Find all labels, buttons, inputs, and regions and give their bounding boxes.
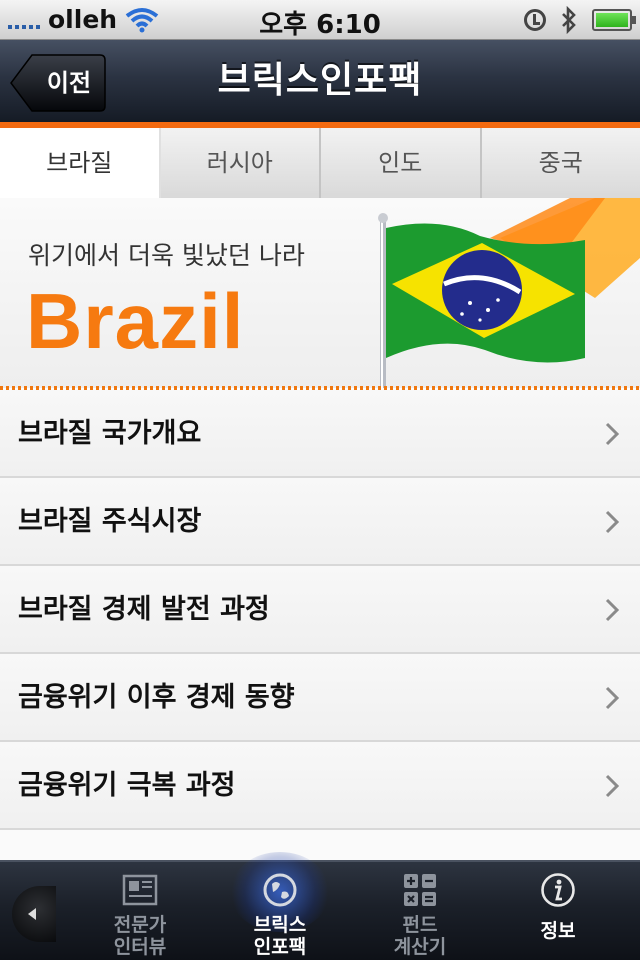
list-item-crisis-recovery[interactable]: 금융위기 극복 과정 [0,742,640,830]
list-item-post-crisis-trends[interactable]: 금융위기 이후 경제 동향 [0,654,640,742]
banner-subtitle: 위기에서 더욱 빛났던 나라 [28,241,305,270]
chevron-right-icon [605,774,620,798]
brazil-flag-icon [378,198,640,388]
list-item-label: 브라질 국가개요 [18,418,202,449]
tab-label: 펀드 계산기 [365,914,475,958]
tab-brics-infopack[interactable]: 브릭스 인포팩 [225,852,335,960]
menu-list: 브라질 국가개요 브라질 주식시장 브라질 경제 발전 과정 금융위기 이후 경… [0,390,640,860]
tab-india[interactable]: 인도 [321,128,482,198]
bottom-tab-bar: 전문가 인터뷰 브릭스 인포팩 펀드 계산기 정보 [0,852,640,960]
time-value: 6:10 [316,10,381,40]
tab-fund-calculator[interactable]: 펀드 계산기 [365,862,475,960]
navigation-bar: 이전 브릭스인포팩 [0,40,640,128]
list-item-label: 브라질 주식시장 [18,506,202,537]
tab-label-line1: 정보 [540,920,576,942]
list-item-label: 금융위기 극복 과정 [18,770,236,801]
chevron-right-icon [605,510,620,534]
drawer-toggle-button[interactable] [12,886,56,942]
chevron-right-icon [605,686,620,710]
calculator-icon [404,874,436,906]
tab-label-line2: 계산기 [393,936,447,958]
tab-label: 브릭스 인포팩 [225,914,335,958]
tab-label-line2: 인터뷰 [113,936,167,958]
tab-label-line2: 인포팩 [253,936,307,958]
list-item-economic-development[interactable]: 브라질 경제 발전 과정 [0,566,640,654]
tab-brazil[interactable]: 브라질 [0,128,161,198]
list-item-label: 금융위기 이후 경제 동향 [18,682,295,713]
newspaper-icon [122,874,158,906]
status-right [524,6,636,34]
tab-info[interactable]: 정보 [503,862,613,960]
bluetooth-icon [562,6,576,34]
list-item-overview[interactable]: 브라질 국가개요 [0,390,640,478]
alarm-clock-icon [524,9,546,31]
status-bar: olleh 오후 6:10 [0,0,640,40]
chevron-right-icon [605,422,620,446]
tab-expert-interview[interactable]: 전문가 인터뷰 [85,862,195,960]
globe-icon [263,873,297,907]
tab-label-line1: 펀드 [402,914,438,936]
list-spacer [0,830,640,860]
page-title: 브릭스인포팩 [217,60,423,101]
tab-label-line1: 전문가 [113,914,167,936]
battery-icon [592,9,636,31]
tab-russia[interactable]: 러시아 [160,128,321,198]
banner-country-name: Brazil [26,277,245,365]
country-banner: 위기에서 더욱 빛났던 나라 Brazil [0,198,640,388]
tab-label: 전문가 인터뷰 [85,914,195,958]
tab-china[interactable]: 중국 [481,128,640,198]
time-prefix: 오후 [259,10,308,40]
list-item-label: 브라질 경제 발전 과정 [18,594,270,625]
tab-label: 정보 [503,920,613,942]
tab-label-line1: 브릭스 [253,914,307,936]
info-icon [541,873,575,907]
country-tabs: 브라질 러시아 인도 중국 [0,128,640,198]
list-item-stock-market[interactable]: 브라질 주식시장 [0,478,640,566]
chevron-right-icon [605,598,620,622]
